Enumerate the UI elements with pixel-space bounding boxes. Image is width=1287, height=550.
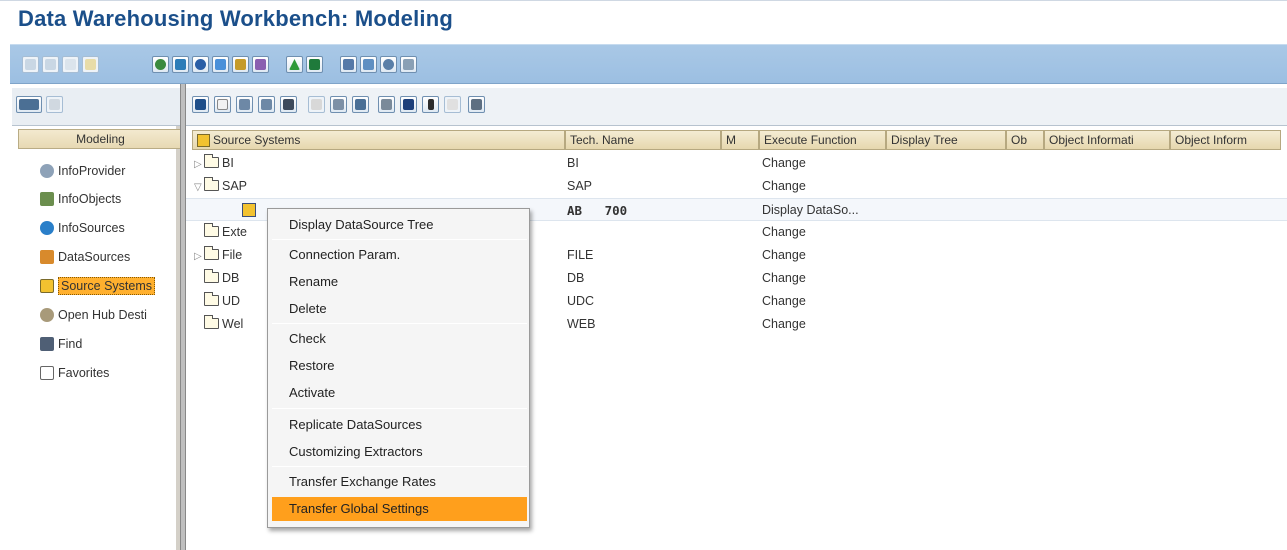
forward-icon[interactable] [42,56,59,73]
menu-item-connection-param[interactable]: Connection Param. [272,243,527,267]
collapse-triangle-icon[interactable]: ▽ [194,182,204,193]
nav-item-find[interactable]: Find [40,335,82,353]
column-header-display-tree[interactable]: Display Tree [886,130,1006,150]
context-menu: Display DataSource Tree Connection Param… [267,208,530,528]
modeling-icon[interactable] [152,56,169,73]
column-header-source-systems[interactable]: Source Systems [192,130,565,150]
expand-triangle-icon[interactable]: ▷ [194,251,204,262]
menu-item-customizing-extractors[interactable]: Customizing Extractors [272,440,527,464]
tree-row[interactable]: ▽ SAP SAP Change [186,175,1287,198]
menu-item-restore[interactable]: Restore [272,354,527,378]
refresh-icon[interactable] [192,96,209,113]
menu-item-transfer-global-settings[interactable]: Transfer Global Settings [272,497,527,521]
settings-icon[interactable] [400,56,417,73]
hierarchy-icon[interactable] [378,96,395,113]
expand-triangle-icon[interactable]: ▷ [194,159,204,170]
application-toolbar [10,44,1287,84]
display-mode-icon[interactable] [16,96,42,113]
where-used-icon[interactable] [468,96,485,113]
menu-item-delete[interactable]: Delete [272,297,527,321]
nav-item-source-systems[interactable]: Source Systems [40,277,156,295]
folder-icon [204,315,219,329]
open-hub-icon [40,308,54,322]
metadata-icon[interactable] [252,56,269,73]
menu-separator [272,323,527,324]
column-header-tech-name[interactable]: Tech. Name [565,130,721,150]
layout-icon[interactable] [360,56,377,73]
menu-item-activate[interactable]: Activate [272,381,527,405]
nav-item-infoobjects[interactable]: InfoObjects [40,190,121,208]
column-header-ob[interactable]: Ob [1006,130,1044,150]
expand-icon[interactable] [236,96,253,113]
layout-settings-icon[interactable] [330,96,347,113]
datasources-icon [40,250,54,264]
source-systems-icon [197,134,210,147]
window-title: Data Warehousing Workbench: Modeling [18,6,453,31]
hide-icon[interactable] [46,96,63,113]
search-icon[interactable] [380,56,397,73]
nav-item-favorites[interactable]: Favorites [40,364,109,382]
menu-item-transfer-exchange-rates[interactable]: Transfer Exchange Rates [272,470,527,494]
menu-item-replicate-datasources[interactable]: Replicate DataSources [272,413,527,437]
info-icon[interactable] [400,96,417,113]
pin-icon[interactable] [422,96,439,113]
column-header-execute-function[interactable]: Execute Function [759,130,886,150]
folder-icon[interactable] [82,56,99,73]
new-icon[interactable] [214,96,231,113]
column-header-m[interactable]: M [721,130,759,150]
business-content-icon[interactable] [212,56,229,73]
source-systems-icon [40,279,54,293]
collapse-icon[interactable] [258,96,275,113]
tree-icon[interactable] [286,56,303,73]
tree-row[interactable]: ▷ BI BI Change [186,152,1287,175]
menu-separator [272,408,527,409]
navigation-header: Modeling [18,129,183,149]
menu-separator [272,239,527,240]
column-header-object-information-2[interactable]: Object Inform [1170,130,1281,150]
favorites-icon [40,366,54,380]
infosources-icon [40,221,54,235]
tree-toolbar [186,88,1287,126]
menu-item-rename[interactable]: Rename [272,270,527,294]
find-icon[interactable] [280,96,297,113]
split-view-icon[interactable] [306,56,323,73]
menu-item-display-datasource-tree[interactable]: Display DataSource Tree [272,213,527,237]
transport-icon[interactable] [192,56,209,73]
disabled-action-icon[interactable] [444,96,461,113]
folder-icon [204,246,219,260]
translation-icon[interactable] [232,56,249,73]
column-header-object-information-1[interactable]: Object Informati [1044,130,1170,150]
source-system-icon [242,203,256,217]
infoobjects-icon [40,192,54,206]
menu-item-check[interactable]: Check [272,327,527,351]
administration-icon[interactable] [172,56,189,73]
navigation-toolbar [12,88,180,126]
nav-item-infoprovider[interactable]: InfoProvider [40,162,125,180]
folder-open-icon [204,177,219,191]
folder-icon [204,269,219,283]
find-next-icon[interactable] [308,96,325,113]
nav-item-datasources[interactable]: DataSources [40,248,130,266]
nav-item-infosources[interactable]: InfoSources [40,219,125,237]
binoculars-icon [40,337,54,351]
link-icon[interactable] [340,56,357,73]
folder-icon [204,154,219,168]
infoprovider-icon [40,164,54,178]
navigation-pane: Modeling InfoProvider InfoObjects InfoSo… [12,88,183,550]
back-icon[interactable] [22,56,39,73]
folder-icon [204,292,219,306]
page-icon[interactable] [62,56,79,73]
top-border [0,0,1287,1]
folder-icon [204,223,219,237]
menu-separator [272,466,527,467]
columns-icon[interactable] [352,96,369,113]
nav-item-open-hub[interactable]: Open Hub Desti [40,306,147,324]
